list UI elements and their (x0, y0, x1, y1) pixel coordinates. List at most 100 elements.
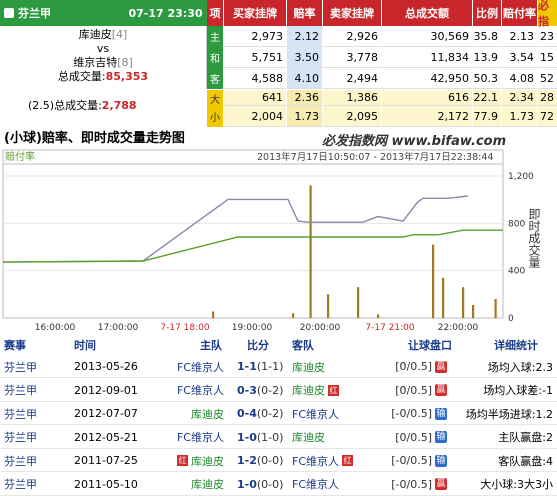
cell-buy[interactable]: 5,751 (224, 47, 286, 68)
cell-pay: 2.13 (502, 26, 537, 47)
y2-tick: 800 (508, 219, 525, 229)
row-line-wrap: [0/0.5] 输 (395, 426, 447, 449)
cell-sell[interactable]: 2,494 (323, 68, 381, 89)
row-league[interactable]: 芬兰甲 (4, 473, 37, 496)
row-score-wrap: 1-0 (1-0) (237, 426, 283, 449)
red-card-icon: 红 (328, 384, 339, 396)
cell-volume: 30,569 (382, 26, 472, 47)
red-card-icon: 红 (342, 455, 354, 466)
col-pay: 赔付率 (502, 0, 537, 26)
row-home-wrap: 红库迪皮 (174, 449, 224, 472)
row-league[interactable]: 芬兰甲 (4, 355, 37, 378)
row-home-wrap: FC维京人 (177, 426, 224, 449)
cell-odds: 3.50 (287, 47, 322, 68)
cell-ratio: 13.9 (473, 47, 501, 68)
row-away[interactable]: 库迪皮 (292, 359, 325, 375)
cell-odds: 4.10 (287, 68, 322, 89)
col-sell: 卖家挂牌 (323, 0, 381, 26)
row-away[interactable]: 库迪皮 (292, 382, 325, 398)
row-stat: 大小球:3大3小 (480, 478, 553, 491)
row-stat: 场均入球:2.3 (487, 360, 553, 374)
cell-volume: 2,172 (382, 106, 472, 127)
cell-buy[interactable]: 641 (224, 90, 286, 106)
cell-must: 15 (538, 47, 557, 68)
row-home[interactable]: 库迪皮 (191, 476, 224, 492)
row-home[interactable]: 库迪皮 (191, 406, 224, 422)
th-league: 赛事 (4, 338, 26, 352)
result-badge: 输 (435, 431, 447, 443)
row-line: [0/0.5] (395, 383, 432, 397)
row-league[interactable]: 芬兰甲 (4, 379, 37, 402)
row-line: [-0/0.5] (391, 407, 432, 420)
league-name: 芬兰甲 (18, 7, 51, 20)
row-stat: 场均半场进球:1.2 (465, 407, 553, 421)
row-half: (0-2) (256, 383, 284, 397)
ou-label: (2.5)总成交量: (28, 99, 102, 112)
row-home[interactable]: FC维京人 (177, 382, 224, 398)
row-half: (1-0) (256, 430, 284, 444)
table-row: 芬兰甲 2011-07-25 红库迪皮 1-2 (0-0) FC维京人红 [-0/0.5] 输… (0, 449, 557, 472)
home-rank: [4] (111, 28, 128, 41)
cell-sell[interactable]: 2,926 (323, 26, 381, 47)
result-badge: 赢 (435, 384, 447, 396)
row-away-wrap: 库迪皮红 (292, 379, 342, 402)
col-volume: 总成交额 (382, 0, 472, 26)
col-buy: 买家挂牌 (224, 0, 286, 26)
home-team[interactable]: 库迪皮 (79, 28, 112, 41)
row-away[interactable]: FC维京人 (292, 406, 339, 422)
cell-sell[interactable]: 2,095 (323, 106, 381, 127)
row-league[interactable]: 芬兰甲 (4, 402, 37, 425)
row-away[interactable]: FC维京人 (292, 453, 339, 469)
ou-info: (2.5)总成交量: 2,788 (0, 90, 207, 120)
row-score: 1-0 (237, 430, 257, 444)
col-must: 必指 (538, 0, 557, 28)
volume-bar (327, 294, 330, 318)
volume-bar (292, 313, 295, 318)
cell-sell[interactable]: 1,386 (323, 90, 381, 106)
vs-text: vs (96, 42, 110, 55)
volume-bar (442, 277, 445, 318)
away-team[interactable]: 维京吉特 (73, 56, 117, 69)
market-table: 芬兰甲 07-17 23:30 项 买家挂牌 赔率 卖家挂牌 总成交额 比例 赔… (0, 0, 557, 127)
row-line: [0/0.5] (395, 360, 432, 373)
x-tick: 7-17 21:00 (365, 323, 414, 333)
row-away[interactable]: 库迪皮 (292, 429, 325, 445)
total-label: 总成交量: (57, 70, 106, 83)
row-label: 客 (207, 68, 223, 89)
row-label: 和 (207, 47, 223, 68)
x-tick: 16:00:00 (35, 323, 76, 333)
row-score: 1-0 (237, 477, 257, 491)
th-score: 比分 (247, 338, 269, 352)
th-date: 时间 (74, 338, 96, 352)
chart-range: 2013年7月17日10:50:07 - 2013年7月17日22:38:44 (257, 151, 493, 163)
table-row: 芬兰甲 2013-05-26 FC维京人 1-1 (1-1) 库迪皮 [0/0.5] 赢 场均入… (0, 355, 557, 378)
row-away-wrap: 库迪皮 (292, 426, 325, 449)
legend-label: 赔付率 (5, 150, 35, 163)
cell-pay: 3.54 (502, 47, 537, 68)
col-ratio: 比例 (473, 0, 501, 26)
th-stats: 详细统计 (494, 338, 538, 352)
league-header[interactable]: 芬兰甲 (0, 0, 124, 26)
cell-buy[interactable]: 2,973 (224, 26, 286, 47)
row-home[interactable]: FC维京人 (177, 429, 224, 445)
row-league[interactable]: 芬兰甲 (4, 426, 37, 449)
row-home[interactable]: FC维京人 (177, 359, 224, 375)
volume-bar (309, 185, 312, 318)
row-date: 2011-07-25 (74, 454, 138, 467)
row-league[interactable]: 芬兰甲 (4, 449, 37, 472)
cell-must: 72 (538, 106, 557, 127)
red-card-icon: 红 (177, 455, 188, 466)
cell-odds: 2.12 (287, 26, 322, 47)
cell-volume: 11,834 (382, 47, 472, 68)
row-score: 0-4 (237, 407, 257, 420)
row-line-wrap: [-0/0.5] 赢 (391, 473, 447, 496)
row-away[interactable]: FC维京人 (292, 476, 339, 492)
y2-tick: 0 (508, 314, 514, 324)
cell-buy[interactable]: 4,588 (224, 68, 286, 89)
row-home[interactable]: 库迪皮 (191, 453, 224, 469)
row-line-wrap: [-0/0.5] 输 (391, 402, 447, 425)
cell-buy[interactable]: 2,004 (224, 106, 286, 127)
row-score: 1-1 (237, 360, 257, 373)
cell-sell[interactable]: 3,778 (323, 47, 381, 68)
volume-bar (494, 299, 497, 318)
